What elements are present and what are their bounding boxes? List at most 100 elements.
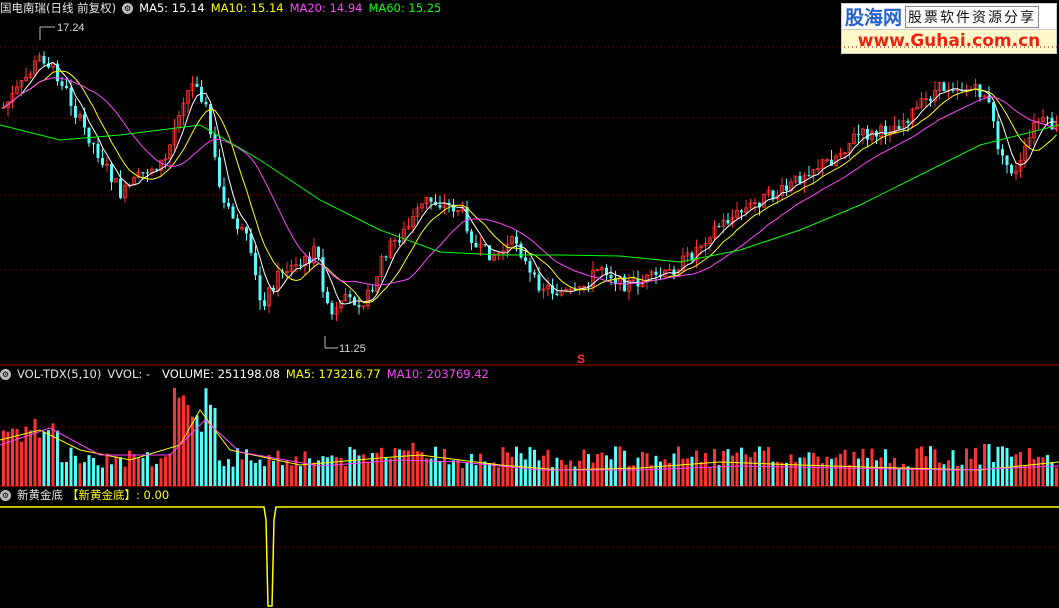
low-price-label: 11.25 [339,343,366,355]
volume-bar [735,452,739,486]
candle-body [465,206,469,232]
volume-bar [519,453,523,486]
volume-bar [974,448,977,486]
volume-bar [1050,462,1054,486]
volume-bar [699,461,703,486]
volume-bar [69,447,73,486]
volume-bar [1001,446,1004,486]
volume-bar [465,462,469,486]
volume-bar [947,460,950,486]
volume-bar [159,458,163,486]
volume-bar [483,461,487,486]
volume-bar [114,456,118,486]
candle-body [771,190,775,199]
volume-bar [816,456,820,486]
candle-body [231,206,235,219]
candle-body [155,169,158,171]
volume-bar [312,462,316,486]
volume-bar [744,454,748,486]
volume-bar [74,455,77,486]
volume-bar [177,397,181,486]
candle-body [524,257,527,262]
volume-bar [146,452,149,486]
volume-bar [6,431,10,486]
volume-bar [564,464,568,486]
volume-bar [681,458,685,486]
volume-bar [96,465,100,486]
volume-bar [1019,451,1022,486]
candle-body [69,87,73,106]
volume-bar [614,446,617,486]
volume-bar [348,446,352,486]
volume-bar [1037,456,1040,486]
candle-body [42,55,46,64]
volume-bar [875,460,878,486]
volume-bar [992,461,995,486]
candle-body [537,274,541,291]
volume-bar [789,454,793,486]
candle-body [249,233,253,253]
volume-bar [668,462,671,486]
candle-body [951,89,955,91]
volume-bar [434,446,437,486]
volume-bar [506,452,509,486]
volume-bar [20,441,23,486]
volume-bar [798,457,802,486]
volume-bar [150,466,154,486]
volume-bar [938,462,941,486]
indicator-line [0,506,1059,607]
candle-body [348,294,352,298]
volume-bar [807,452,811,486]
volume-bar [690,456,694,486]
volume-bar [879,457,883,486]
candle-body [1046,117,1049,119]
volume-bar [762,450,766,486]
candle-body [213,134,217,158]
volume-bar [1055,467,1058,486]
candle-body [726,219,730,224]
volume-bar [1041,457,1045,486]
candle-body [317,246,320,258]
candle-body [204,101,208,105]
candle-body [785,185,788,191]
volume-bar [92,457,95,486]
candle-body [227,202,230,207]
volume-bar [582,449,586,486]
volume-bar [753,451,757,486]
volume-bar [60,462,64,486]
volume-bar [866,457,869,486]
volume-bar [353,449,356,486]
volume-bar [776,461,779,486]
candle-body [528,261,532,273]
volume-bar [911,467,914,486]
volume-bar [191,416,194,486]
candle-body [740,210,743,213]
volume-bar [209,404,212,486]
volume-bar [717,464,721,486]
volume-bar [222,466,226,486]
volume-bar [303,451,307,486]
volume-bar [857,458,860,486]
candle-body [555,293,559,296]
volume-bar [263,466,266,486]
volume-bar [803,457,806,486]
volume-bar [245,449,248,486]
volume-bar [897,467,901,486]
candle-body [101,157,104,165]
volume-bar [960,464,964,486]
kline-chart[interactable]: 17.24 11.25 S [0,0,1059,608]
volume-bar [249,460,253,486]
volume-bar [627,465,631,486]
candle-body [717,226,721,228]
volume-bar [578,460,581,486]
candle-body [1010,164,1013,174]
volume-bar [380,447,383,486]
volume-bar [240,459,244,486]
volume-bar [186,405,190,486]
volume-bar [929,446,932,486]
volume-bar [200,431,203,486]
candle-body [258,275,262,301]
candle-body [110,164,113,183]
candle-body [996,121,1000,150]
volume-bar [641,451,644,486]
